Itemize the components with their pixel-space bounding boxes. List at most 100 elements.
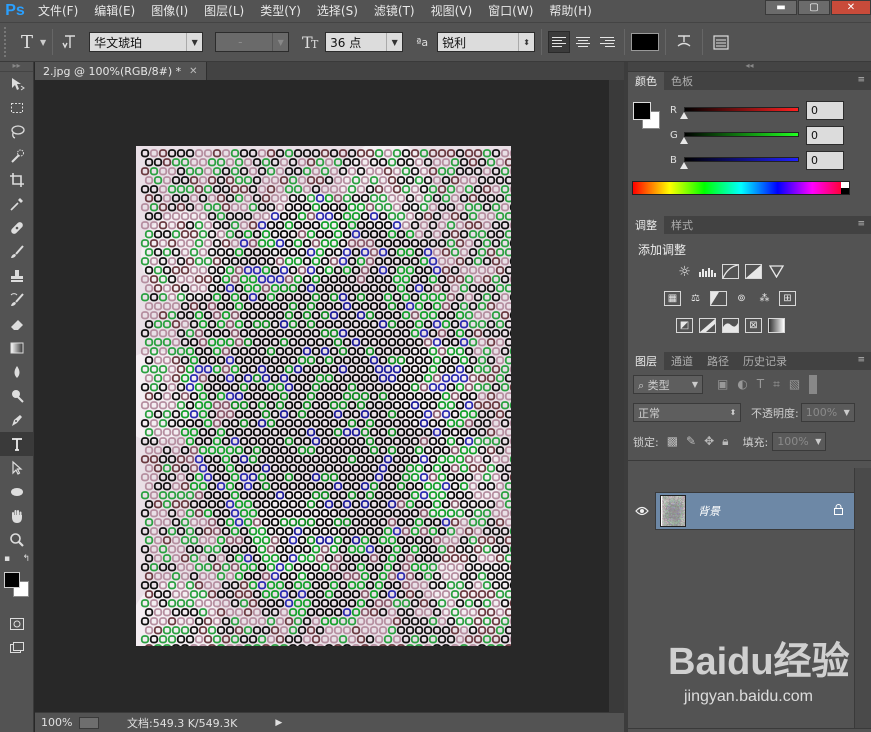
hand-tool-icon[interactable] (0, 504, 34, 528)
menu-image[interactable]: 图像(I) (143, 0, 196, 22)
threshold-icon[interactable] (722, 318, 739, 333)
quick-selection-tool-icon[interactable] (0, 144, 34, 168)
panel-menu-icon[interactable]: ≡ (857, 355, 865, 365)
invert-icon[interactable]: ◩ (676, 318, 693, 333)
close-tab-icon[interactable]: ✕ (189, 66, 197, 77)
color-spectrum-bar[interactable] (632, 181, 850, 195)
anti-alias-select[interactable]: 锐利 ⬍ (437, 32, 536, 52)
selective-color-icon[interactable]: ⊠ (745, 318, 762, 333)
swap-colors-icon[interactable]: ▪ ↰ (0, 552, 34, 566)
quick-mask-icon[interactable] (0, 612, 34, 636)
blue-thumb[interactable] (680, 162, 688, 169)
lasso-tool-icon[interactable] (0, 120, 34, 144)
close-button[interactable]: ✕ (831, 0, 871, 15)
gradient-tool-icon[interactable] (0, 336, 34, 360)
status-preview-icon[interactable] (79, 716, 99, 729)
black-white-icon[interactable] (710, 291, 727, 306)
tab-adjustments[interactable]: 调整 (628, 216, 664, 234)
pen-tool-icon[interactable] (0, 408, 34, 432)
tab-layers[interactable]: 图层 (628, 352, 664, 370)
posterize-icon[interactable] (699, 318, 716, 333)
gradient-map-icon[interactable] (768, 318, 785, 333)
crop-tool-icon[interactable] (0, 168, 34, 192)
levels-icon[interactable] (699, 264, 716, 279)
tab-channels[interactable]: 通道 (664, 352, 700, 370)
menu-view[interactable]: 视图(V) (423, 0, 481, 22)
tab-swatches[interactable]: 色板 (664, 72, 700, 90)
green-thumb[interactable] (680, 137, 688, 144)
status-menu-arrow-icon[interactable]: ▶ (275, 718, 282, 728)
green-track[interactable] (684, 132, 799, 137)
vertical-scrollbar[interactable] (609, 80, 624, 712)
hue-saturation-icon[interactable]: ▦ (664, 291, 681, 306)
marquee-tool-icon[interactable] (0, 96, 34, 120)
panel-grip[interactable]: ◂◂ (628, 62, 871, 72)
move-tool-icon[interactable] (0, 72, 34, 96)
document-image[interactable] (136, 146, 511, 646)
tab-styles[interactable]: 样式 (664, 216, 700, 234)
menu-filter[interactable]: 滤镜(T) (366, 0, 423, 22)
tab-paths[interactable]: 路径 (700, 352, 736, 370)
panel-menu-icon[interactable]: ≡ (857, 219, 865, 229)
layers-scrollbar[interactable] (854, 468, 871, 728)
exposure-icon[interactable] (745, 264, 762, 279)
canvas-area[interactable] (35, 80, 609, 712)
menu-window[interactable]: 窗口(W) (480, 0, 541, 22)
history-brush-tool-icon[interactable] (0, 288, 34, 312)
character-panel-icon[interactable] (709, 33, 733, 51)
panel-menu-icon[interactable]: ≡ (857, 75, 865, 85)
menu-edit[interactable]: 编辑(E) (86, 0, 143, 22)
menu-help[interactable]: 帮助(H) (541, 0, 599, 22)
toolbox-grip[interactable]: ▸▸ (0, 62, 33, 72)
menu-layer[interactable]: 图层(L) (196, 0, 252, 22)
align-right-button[interactable] (596, 31, 618, 53)
brightness-contrast-icon[interactable]: ☼ (676, 264, 693, 280)
text-orientation-icon[interactable] (59, 33, 81, 51)
color-balance-icon[interactable]: ⚖ (687, 291, 704, 306)
photo-filter-icon[interactable]: ⊚ (733, 291, 750, 306)
fill-input[interactable]: 100% ▼ (772, 432, 827, 451)
zoom-tool-icon[interactable] (0, 528, 34, 552)
layer-filter-select[interactable]: ⌕ 类型 ▼ (633, 375, 703, 394)
layer-name[interactable]: 背景 (698, 503, 834, 519)
align-center-button[interactable] (572, 31, 594, 53)
green-slider[interactable]: G 0 (670, 126, 870, 148)
brush-tool-icon[interactable] (0, 240, 34, 264)
layer-row[interactable]: 背景 (628, 492, 854, 530)
tab-history[interactable]: 历史记录 (736, 352, 794, 370)
blue-track[interactable] (684, 157, 799, 162)
color-lookup-icon[interactable]: ⊞ (779, 291, 796, 306)
opacity-input[interactable]: 100% ▼ (800, 403, 855, 422)
green-value[interactable]: 0 (806, 126, 844, 145)
black-white-swatch[interactable] (841, 182, 849, 194)
foreground-color[interactable] (4, 572, 20, 588)
red-thumb[interactable] (680, 112, 688, 119)
lock-icons[interactable]: ▩✎✥🔒︎ (667, 434, 737, 449)
path-selection-tool-icon[interactable] (0, 456, 34, 480)
vibrance-icon[interactable] (768, 264, 785, 279)
tool-preset-dropdown-icon[interactable]: ▼ (40, 38, 46, 47)
eyedropper-tool-icon[interactable] (0, 192, 34, 216)
tab-color[interactable]: 颜色 (628, 72, 664, 90)
clone-stamp-tool-icon[interactable] (0, 264, 34, 288)
blur-tool-icon[interactable] (0, 360, 34, 384)
healing-brush-tool-icon[interactable] (0, 216, 34, 240)
font-style-select[interactable]: - ▼ (215, 32, 290, 52)
eraser-tool-icon[interactable] (0, 312, 34, 336)
options-grip[interactable] (4, 27, 16, 57)
menu-type[interactable]: 类型(Y) (252, 0, 309, 22)
zoom-level[interactable]: 100% (35, 716, 79, 729)
red-slider[interactable]: R 0 (670, 101, 870, 123)
blue-value[interactable]: 0 (806, 151, 844, 170)
eye-icon[interactable] (628, 492, 656, 530)
maximize-button[interactable]: ▢ (798, 0, 830, 15)
document-tab[interactable]: 2.jpg @ 100%(RGB/8#) * ✕ (35, 62, 207, 80)
blue-slider[interactable]: B 0 (670, 151, 870, 173)
type-tool-icon[interactable] (0, 432, 34, 456)
screen-mode-icon[interactable] (0, 636, 34, 660)
text-tool-icon[interactable]: T (16, 32, 38, 53)
warp-text-icon[interactable] (672, 33, 696, 51)
font-size-select[interactable]: 36 点 ▼ (325, 32, 404, 52)
menu-file[interactable]: 文件(F) (30, 0, 86, 22)
blend-mode-select[interactable]: 正常 ⬍ (633, 403, 741, 422)
